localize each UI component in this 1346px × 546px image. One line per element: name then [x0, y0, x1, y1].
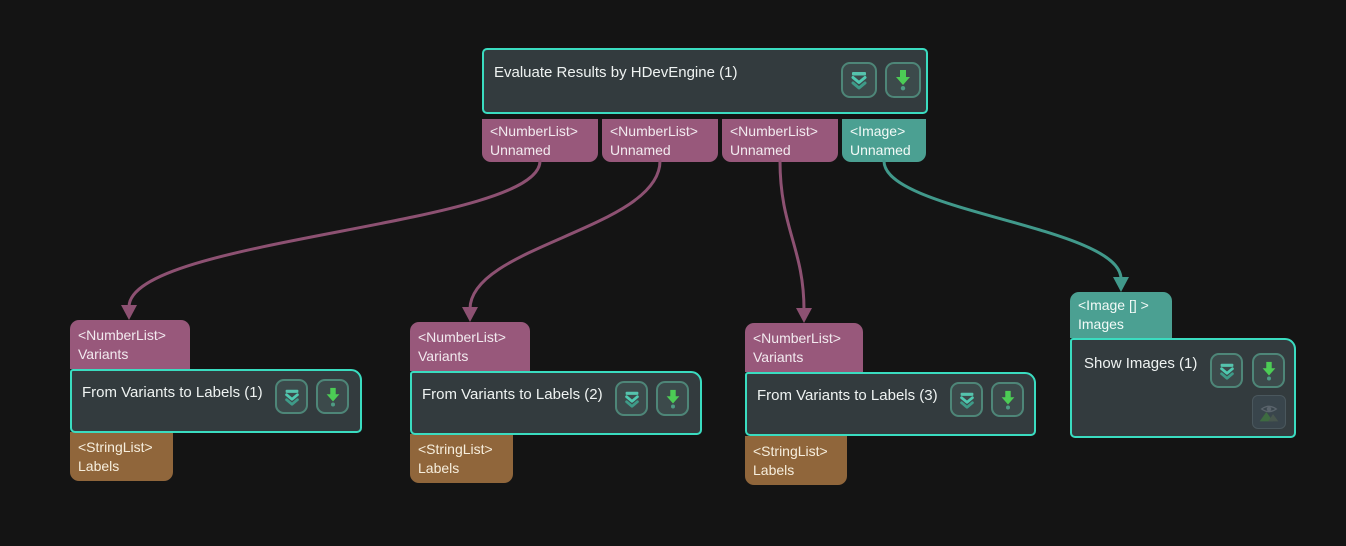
connection-arrowhead-icon [121, 305, 137, 320]
connection-wire[interactable] [470, 161, 660, 309]
port-name: Unnamed [850, 141, 918, 160]
port-type: <Image [] > [1078, 296, 1164, 315]
run-node-button[interactable] [1252, 353, 1285, 388]
connection-image[interactable] [884, 161, 1129, 292]
node-evaluate-results-by-hdevengine[interactable]: Evaluate Results by HDevEngine (1) [482, 48, 928, 114]
port-type: <StringList> [78, 438, 165, 457]
node-title: Show Images (1) [1084, 355, 1197, 372]
port-type: <NumberList> [730, 122, 830, 141]
output-port-numberlist-1[interactable]: <NumberList> Unnamed [482, 119, 598, 162]
output-port-image[interactable]: <Image> Unnamed [842, 119, 926, 162]
port-name: Variants [418, 347, 522, 366]
connection-arrowhead-icon [796, 308, 812, 323]
port-type: <StringList> [418, 440, 505, 459]
port-name: Labels [753, 461, 839, 480]
port-name: Variants [78, 345, 182, 364]
node-editor-canvas[interactable]: <NumberList> Unnamed <NumberList> Unname… [0, 0, 1346, 546]
collapse-node-button[interactable] [275, 379, 308, 414]
run-arrow-icon [998, 389, 1018, 411]
run-node-button[interactable] [885, 62, 921, 98]
port-name: Images [1078, 315, 1164, 334]
run-node-button[interactable] [316, 379, 349, 414]
port-type: <Image> [850, 122, 918, 141]
run-arrow-icon [892, 68, 914, 92]
node-title: From Variants to Labels (1) [82, 384, 263, 401]
output-port-numberlist-3[interactable]: <NumberList> Unnamed [722, 119, 838, 162]
run-arrow-icon [663, 388, 683, 410]
output-port-labels-3[interactable]: <StringList> Labels [745, 436, 847, 485]
chevron-double-down-icon [957, 390, 977, 410]
port-name: Labels [78, 457, 165, 476]
port-type: <NumberList> [753, 329, 855, 348]
output-port-labels-1[interactable]: <StringList> Labels [70, 432, 173, 481]
run-node-button[interactable] [991, 382, 1024, 417]
input-port-variants-3[interactable]: <NumberList> Variants [745, 323, 863, 372]
output-port-labels-2[interactable]: <StringList> Labels [410, 434, 513, 483]
node-title: From Variants to Labels (2) [422, 386, 603, 403]
connection-numberlist-1[interactable] [121, 161, 540, 320]
output-port-numberlist-2[interactable]: <NumberList> Unnamed [602, 119, 718, 162]
node-from-variants-to-labels-1[interactable]: From Variants to Labels (1) [70, 369, 362, 433]
collapse-node-button[interactable] [615, 381, 648, 416]
port-type: <StringList> [753, 442, 839, 461]
node-from-variants-to-labels-3[interactable]: From Variants to Labels (3) [745, 372, 1036, 436]
node-title: From Variants to Labels (3) [757, 387, 938, 404]
run-arrow-icon [323, 386, 343, 408]
connection-arrowhead-icon [462, 307, 478, 322]
port-name: Variants [753, 348, 855, 367]
input-port-images[interactable]: <Image [] > Images [1070, 292, 1172, 338]
input-port-variants-2[interactable]: <NumberList> Variants [410, 322, 530, 371]
collapse-node-button[interactable] [841, 62, 877, 98]
connection-numberlist-3[interactable] [780, 161, 812, 323]
port-type: <NumberList> [490, 122, 590, 141]
connection-wire[interactable] [884, 161, 1121, 279]
port-name: Unnamed [730, 141, 830, 160]
node-show-images[interactable]: Show Images (1) [1070, 338, 1296, 438]
node-title: Evaluate Results by HDevEngine (1) [494, 64, 737, 81]
run-arrow-icon [1259, 360, 1279, 382]
connection-wire[interactable] [780, 161, 804, 310]
run-node-button[interactable] [656, 381, 689, 416]
connection-arrowhead-icon [1113, 277, 1129, 292]
port-name: Labels [418, 459, 505, 478]
input-port-variants-1[interactable]: <NumberList> Variants [70, 320, 190, 369]
collapse-node-button[interactable] [950, 382, 983, 417]
collapse-node-button[interactable] [1210, 353, 1243, 388]
eye-image-icon [1259, 398, 1279, 426]
port-type: <NumberList> [610, 122, 710, 141]
chevron-double-down-icon [282, 387, 302, 407]
connection-numberlist-2[interactable] [462, 161, 660, 322]
port-name: Unnamed [490, 141, 590, 160]
node-from-variants-to-labels-2[interactable]: From Variants to Labels (2) [410, 371, 702, 435]
chevron-double-down-icon [1217, 361, 1237, 381]
port-type: <NumberList> [78, 326, 182, 345]
display-image-button[interactable] [1252, 395, 1286, 429]
chevron-double-down-icon [622, 389, 642, 409]
port-type: <NumberList> [418, 328, 522, 347]
chevron-double-down-icon [848, 69, 870, 91]
port-name: Unnamed [610, 141, 710, 160]
